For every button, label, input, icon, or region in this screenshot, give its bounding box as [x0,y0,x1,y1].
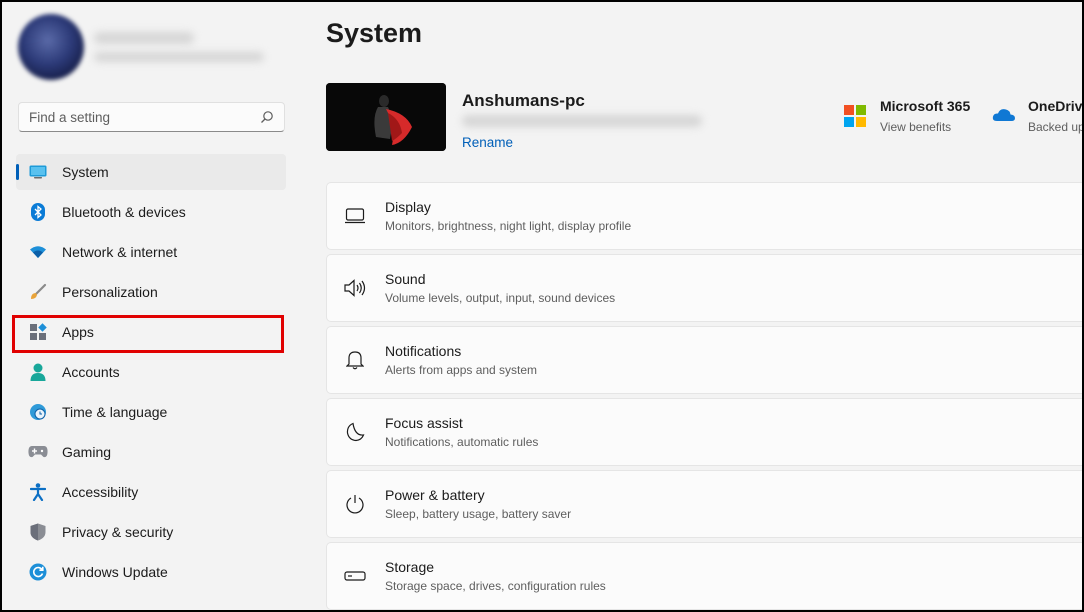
search-placeholder: Find a setting [29,109,111,125]
pc-model-blurred [462,115,702,127]
sidebar-item-label: Windows Update [62,564,168,580]
card-title: Display [385,199,431,215]
pc-name: Anshumans-pc [462,91,585,110]
card-sound[interactable]: Sound Volume levels, output, input, soun… [326,254,1084,322]
search-input[interactable]: Find a setting [18,102,285,132]
sidebar-item-privacy-security[interactable]: Privacy & security [16,514,286,550]
card-subtitle: Sleep, battery usage, battery saver [385,507,572,521]
card-subtitle: Monitors, brightness, night light, displ… [385,219,632,233]
card-title: Storage [385,559,435,575]
card-subtitle: Alerts from apps and system [385,363,538,377]
sidebar-item-network-internet[interactable]: Network & internet [16,234,286,270]
sidebar-item-personalization[interactable]: Personalization [16,274,286,310]
onedrive-icon [992,105,1015,127]
sidebar-nav: System Bluetooth & devices Network & int… [16,154,286,594]
sidebar-item-label: Accessibility [62,484,139,500]
wifi-icon [28,242,48,262]
clock-globe-icon [28,402,48,422]
moon-icon [343,420,367,444]
sidebar-item-label: Network & internet [62,244,178,260]
card-focus-assist[interactable]: Focus assist Notifications, automatic ru… [326,398,1084,466]
apps-icon [28,322,48,342]
avatar [18,14,84,80]
search-icon[interactable] [260,110,274,124]
sidebar-item-label: Privacy & security [62,524,174,540]
sidebar-item-time-language[interactable]: Time & language [16,394,286,430]
speaker-icon [343,276,367,300]
service-title: Microsoft 365 [880,98,971,114]
service-subtitle: View benefits [880,120,952,134]
sidebar-item-gaming[interactable]: Gaming [16,434,286,470]
card-title: Power & battery [385,487,485,503]
sidebar-item-label: System [62,164,109,180]
storage-icon [343,564,367,588]
sidebar: Find a setting System Bluetooth & device… [0,0,300,612]
sidebar-item-label: Gaming [62,444,112,460]
sidebar-item-label: Accounts [62,364,120,380]
user-profile[interactable] [14,12,284,86]
onedrive-tile[interactable]: OneDrive Backed up [992,98,1084,134]
bell-icon [343,348,367,372]
card-title: Focus assist [385,415,463,431]
bluetooth-icon [28,202,48,222]
card-notifications[interactable]: Notifications Alerts from apps and syste… [326,326,1084,394]
sidebar-item-accessibility[interactable]: Accessibility [16,474,286,510]
brush-icon [28,282,48,302]
accessibility-icon [28,482,48,502]
sidebar-item-label: Apps [62,324,94,340]
card-storage[interactable]: Storage Storage space, drives, configura… [326,542,1084,610]
sidebar-item-apps[interactable]: Apps [16,314,286,350]
pc-model-blur [462,115,702,127]
user-name-blurred [94,32,194,44]
service-subtitle: Backed up [1028,120,1084,134]
system-icon [28,162,48,182]
sidebar-item-label: Time & language [62,404,168,420]
microsoft-logo-icon [844,105,866,127]
card-power-battery[interactable]: Power & battery Sleep, battery usage, ba… [326,470,1084,538]
service-title: OneDrive [1028,98,1084,114]
update-icon [28,562,48,582]
pc-thumbnail [326,83,446,151]
page-title: System [326,18,423,48]
power-icon [343,492,367,516]
microsoft-365-tile[interactable]: Microsoft 365 View benefits [844,98,970,134]
sidebar-item-accounts[interactable]: Accounts [16,354,286,390]
sidebar-item-windows-update[interactable]: Windows Update [16,554,286,590]
card-subtitle: Volume levels, output, input, sound devi… [385,291,616,305]
card-display[interactable]: Display Monitors, brightness, night ligh… [326,182,1084,250]
card-subtitle: Notifications, automatic rules [385,435,539,449]
card-title: Notifications [385,343,462,359]
sidebar-item-system[interactable]: System [16,154,286,190]
card-title: Sound [385,271,426,287]
monitor-icon [343,204,367,228]
sidebar-item-label: Bluetooth & devices [62,204,186,220]
user-email-blurred [94,52,264,62]
card-subtitle: Storage space, drives, configuration rul… [385,579,606,593]
rename-link[interactable]: Rename [462,135,513,150]
sidebar-item-label: Personalization [62,284,158,300]
gamepad-icon [28,442,48,462]
person-icon [28,362,48,382]
settings-cards: Display Monitors, brightness, night ligh… [326,182,1084,612]
main-content: System Anshumans-pc Rename Microsoft 365… [300,0,1084,612]
sidebar-item-bluetooth-devices[interactable]: Bluetooth & devices [16,194,286,230]
shield-icon [28,522,48,542]
